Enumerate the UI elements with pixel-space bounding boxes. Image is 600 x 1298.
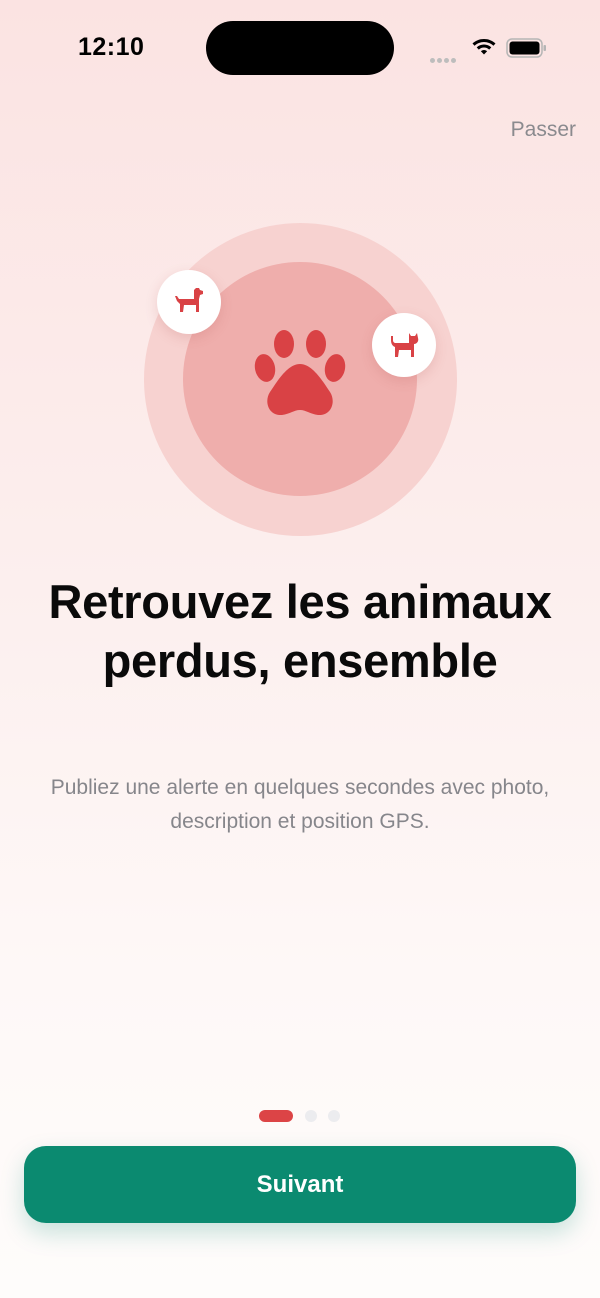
paw-icon <box>254 330 346 416</box>
page-dot-active <box>259 1110 293 1122</box>
dynamic-island <box>206 21 394 75</box>
dog-badge <box>157 270 221 334</box>
cat-badge <box>372 313 436 377</box>
status-time: 12:10 <box>78 33 145 61</box>
wifi-icon <box>472 39 496 55</box>
onboarding-description: Publiez une alerte en quelques secondes … <box>50 776 550 833</box>
battery-icon <box>506 38 546 58</box>
onboarding-title: Retrouvez les animaux perdus, ensemble <box>48 575 552 687</box>
page-dot <box>305 1110 317 1122</box>
dog-icon <box>175 288 203 312</box>
page-indicator <box>0 1110 600 1122</box>
status-bar: 12:10 <box>0 0 600 100</box>
next-button[interactable]: Suivant <box>24 1146 576 1223</box>
page-dot <box>328 1110 340 1122</box>
skip-button[interactable]: Passer <box>511 116 576 144</box>
cat-icon <box>391 333 419 357</box>
cellular-signal-icon <box>430 50 458 68</box>
status-icons <box>430 36 550 63</box>
